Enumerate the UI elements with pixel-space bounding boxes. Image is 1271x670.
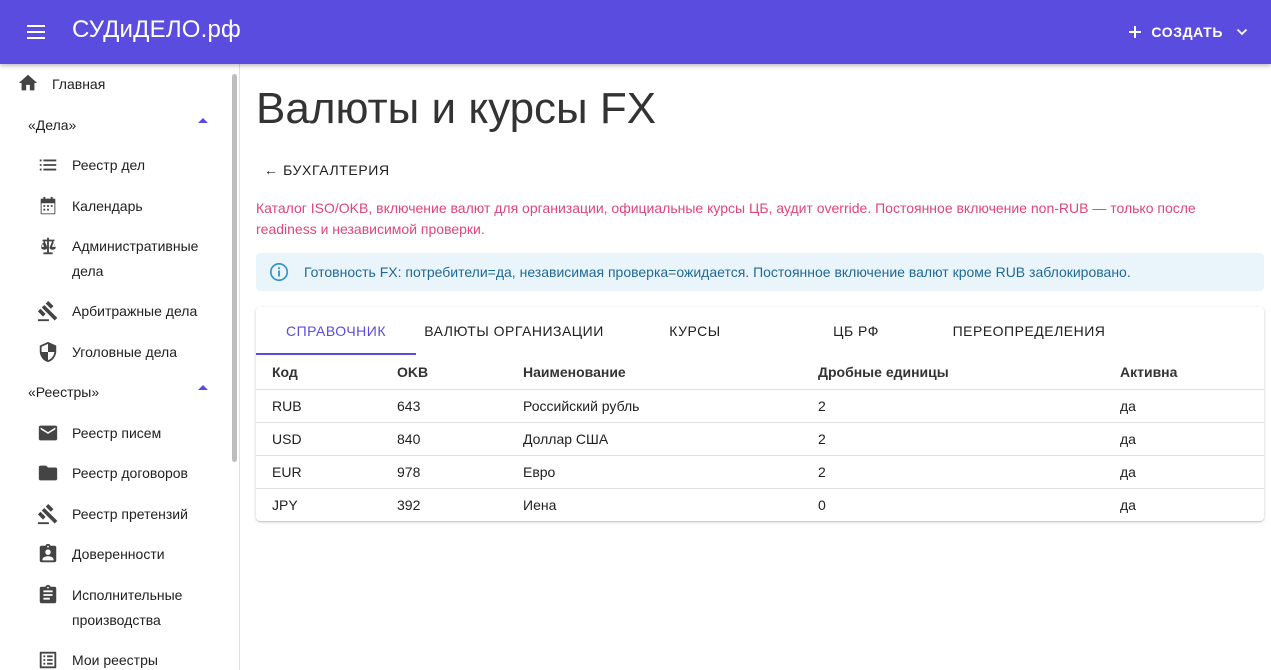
table-row[interactable]: JPY 392 Иена 0 да: [256, 488, 1264, 521]
sidebar-item-label: Реестр дел: [72, 157, 146, 173]
sidebar-item-administrative[interactable]: Административные дела: [0, 234, 228, 284]
tab-organization-currencies[interactable]: ВАЛЮТЫ ОРГАНИЗАЦИИ: [416, 307, 612, 355]
sidebar-item-cases-registry[interactable]: Реестр дел: [0, 153, 228, 177]
currency-table: Код OKB Наименование Дробные единицы Акт…: [256, 355, 1264, 521]
tab-bar: СПРАВОЧНИК ВАЛЮТЫ ОРГАНИЗАЦИИ КУРСЫ ЦБ Р…: [256, 307, 1264, 355]
cell-code: USD: [256, 422, 381, 456]
cell-active: да: [1120, 496, 1136, 513]
cell-name: Российский рубль: [507, 389, 802, 423]
tab-cbr[interactable]: ЦБ РФ: [778, 307, 934, 355]
sidebar-item-label: Календарь: [72, 198, 143, 214]
cell-active: да: [1104, 455, 1264, 489]
table-header-row: Код OKB Наименование Дробные единицы Акт…: [256, 355, 1264, 390]
cell-okb: 392: [397, 496, 421, 513]
info-icon: [270, 263, 288, 281]
sidebar-item-label: Исполнительные производства: [72, 587, 183, 628]
assignment-ind-icon: [39, 543, 57, 563]
back-to-accounting-link[interactable]: ← БУХГАЛТЕРИЯ: [264, 162, 390, 178]
create-button-label: СОЗДАТЬ: [1151, 24, 1223, 40]
info-alert: Готовность FX: потребители=да, независим…: [256, 253, 1264, 291]
table-row[interactable]: USD 840 Доллар США 2 да: [256, 422, 1264, 456]
cell-minor-units: 0: [818, 496, 826, 513]
info-alert-text: Готовность FX: потребители=да, независим…: [304, 264, 1131, 280]
list-alt-icon: [39, 651, 57, 669]
sidebar-item-label: Уголовные дела: [72, 344, 178, 360]
home-icon: [18, 74, 38, 91]
sidebar-item-label: Административные дела: [72, 238, 199, 279]
sidebar-group-label: «Реестры»: [28, 384, 100, 400]
sidebar-item-label: Реестр договоров: [72, 465, 188, 481]
sidebar-item-home[interactable]: Главная: [0, 72, 228, 96]
sidebar-item-letters[interactable]: Реестр писем: [0, 421, 228, 445]
assignment-icon: [39, 584, 57, 604]
column-header-name[interactable]: Наименование: [507, 355, 802, 390]
sidebar-item-calendar[interactable]: Календарь: [0, 194, 228, 218]
sidebar-item-label: Доверенности: [72, 546, 165, 562]
sidebar-item-contracts[interactable]: Реестр договоров: [0, 461, 228, 485]
sidebar-item-arbitration[interactable]: Арбитражные дела: [0, 299, 228, 323]
sidebar-group-label: «Дела»: [28, 117, 77, 133]
collapse-caret-icon: [198, 118, 208, 123]
menu-icon[interactable]: [24, 20, 48, 44]
cell-code: EUR: [256, 455, 381, 489]
sidebar-item-enforcement[interactable]: Исполнительные производства: [0, 583, 228, 633]
gavel-icon: [37, 504, 58, 525]
sidebar: Главная «Дела» Реестр дел Календарь Адми…: [0, 64, 240, 670]
chevron-down-icon: [1236, 28, 1248, 36]
folder-icon: [38, 465, 58, 481]
cell-name: Иена: [523, 496, 557, 513]
sidebar-item-label: Реестр писем: [72, 425, 162, 441]
create-button[interactable]: СОЗДАТЬ: [1127, 16, 1249, 48]
sidebar-group-registries[interactable]: «Реестры»: [28, 380, 218, 404]
tab-directory[interactable]: СПРАВОЧНИК: [256, 307, 416, 355]
column-header-code[interactable]: Код: [256, 355, 381, 390]
list-icon: [39, 159, 57, 171]
column-header-okb[interactable]: OKB: [381, 355, 507, 390]
scales-icon: [40, 237, 56, 255]
calendar-icon: [40, 196, 56, 215]
table-row[interactable]: RUB 643 Российский рубль 2 да: [256, 389, 1264, 423]
shield-icon: [39, 341, 57, 363]
mail-icon: [38, 425, 58, 441]
sidebar-group-cases[interactable]: «Дела»: [28, 113, 218, 137]
cell-code: JPY: [272, 496, 298, 513]
sidebar-item-power-of-attorney[interactable]: Доверенности: [0, 542, 228, 566]
sidebar-item-label: Арбитражные дела: [72, 303, 198, 319]
currency-card: СПРАВОЧНИК ВАЛЮТЫ ОРГАНИЗАЦИИ КУРСЫ ЦБ Р…: [256, 307, 1264, 521]
cell-name: Доллар США: [507, 422, 802, 456]
cell-name: Евро: [507, 455, 802, 489]
page-description: Каталог ISO/OKB, включение валют для орг…: [256, 200, 1196, 237]
cell-minor-units: 2: [802, 422, 1104, 456]
tab-overrides[interactable]: ПЕРЕОПРЕДЕЛЕНИЯ: [934, 307, 1124, 355]
app-brand[interactable]: СУДиДЕЛО.рф: [72, 16, 241, 44]
app-bar: СУДиДЕЛО.рф СОЗДАТЬ: [0, 0, 1271, 64]
cell-okb: 978: [381, 455, 507, 489]
cell-active: да: [1104, 389, 1264, 423]
sidebar-item-label: Мои реестры: [72, 652, 158, 668]
page-title: Валюты и курсы FX: [256, 84, 657, 133]
sidebar-scrollbar[interactable]: [232, 74, 237, 462]
collapse-caret-icon: [198, 385, 208, 390]
tab-rates[interactable]: КУРСЫ: [612, 307, 778, 355]
cell-active: да: [1104, 422, 1264, 456]
sidebar-item-label: Главная: [52, 76, 106, 92]
cell-code: RUB: [256, 389, 381, 423]
sidebar-item-claims[interactable]: Реестр претензий: [0, 502, 228, 526]
sidebar-item-my-registries[interactable]: Мои реестры: [0, 648, 228, 670]
cell-minor-units: 2: [802, 389, 1104, 423]
cell-okb: 840: [381, 422, 507, 456]
column-header-active[interactable]: Активна: [1104, 355, 1264, 390]
sidebar-item-label: Реестр претензий: [72, 506, 188, 522]
table-row[interactable]: EUR 978 Евро 2 да: [256, 455, 1264, 489]
plus-icon: [1129, 26, 1142, 38]
sidebar-item-criminal[interactable]: Уголовные дела: [0, 340, 228, 364]
cell-minor-units: 2: [802, 455, 1104, 489]
column-header-minor-units[interactable]: Дробные единицы: [802, 355, 1104, 390]
gavel-icon: [37, 301, 58, 322]
cell-okb: 643: [381, 389, 507, 423]
